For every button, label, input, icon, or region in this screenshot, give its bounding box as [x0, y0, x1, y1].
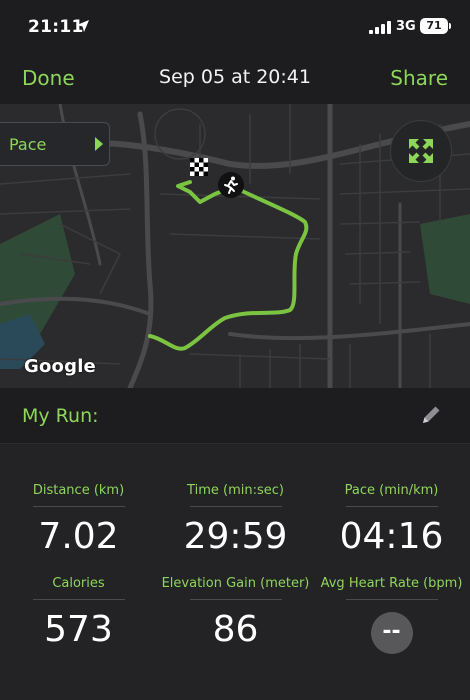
- stats-grid: Distance (km) 7.02 Time (min:sec) 29:59 …: [0, 444, 470, 700]
- expand-icon: [409, 139, 433, 163]
- stat-avg-heart-rate: Avg Heart Rate (bpm) --: [313, 575, 470, 654]
- share-button[interactable]: Share: [390, 66, 448, 90]
- metric-label: Pace: [9, 135, 47, 154]
- map-attribution-logo: Google: [24, 356, 96, 377]
- stat-label: Distance (km): [32, 483, 125, 498]
- pencil-icon[interactable]: [418, 402, 444, 428]
- divider: [189, 599, 282, 600]
- chevron-right-icon: [95, 137, 103, 151]
- stat-label: Pace (min/km): [344, 483, 439, 498]
- stat-calories: Calories 573: [0, 575, 157, 652]
- stat-value: 29:59: [183, 516, 288, 557]
- stat-time: Time (min:sec) 29:59: [157, 482, 314, 559]
- stat-label: Avg Heart Rate (bpm): [320, 576, 463, 591]
- runner-icon: [218, 172, 244, 198]
- divider: [345, 506, 438, 507]
- network-type: 3G: [396, 19, 416, 34]
- run-name-row: My Run:: [0, 388, 470, 444]
- stat-label: Time (min:sec): [187, 483, 284, 498]
- status-bar: 21:11 3G 71: [0, 0, 470, 52]
- divider: [32, 506, 125, 507]
- run-name-label: My Run:: [22, 405, 99, 427]
- metric-selector-tab[interactable]: Pace: [0, 122, 110, 166]
- battery-indicator: 71: [420, 18, 448, 34]
- location-arrow-icon: [77, 20, 89, 32]
- stat-value: 7.02: [38, 516, 119, 557]
- stat-value: 86: [212, 609, 259, 650]
- route-path: [148, 180, 309, 351]
- divider: [345, 599, 438, 600]
- stat-value: 573: [44, 609, 113, 650]
- stat-elevation-gain: Elevation Gain (meter) 86: [157, 575, 314, 652]
- stat-label: Calories: [52, 576, 105, 591]
- battery-tip: [449, 23, 451, 29]
- expand-map-button[interactable]: [390, 120, 452, 182]
- stat-pace: Pace (min/km) 04:16: [313, 482, 470, 559]
- checkered-flag-icon: [190, 158, 208, 176]
- stat-value: 04:16: [339, 516, 444, 557]
- stat-label: Elevation Gain (meter): [161, 576, 310, 591]
- cellular-signal-icon: [369, 21, 391, 34]
- nav-bar: Done Sep 05 at 20:41 Share: [0, 52, 470, 104]
- stat-distance: Distance (km) 7.02: [0, 482, 157, 559]
- divider: [189, 506, 282, 507]
- route-map[interactable]: Pace Google: [0, 104, 470, 388]
- divider: [32, 599, 125, 600]
- heart-rate-badge: --: [370, 612, 413, 654]
